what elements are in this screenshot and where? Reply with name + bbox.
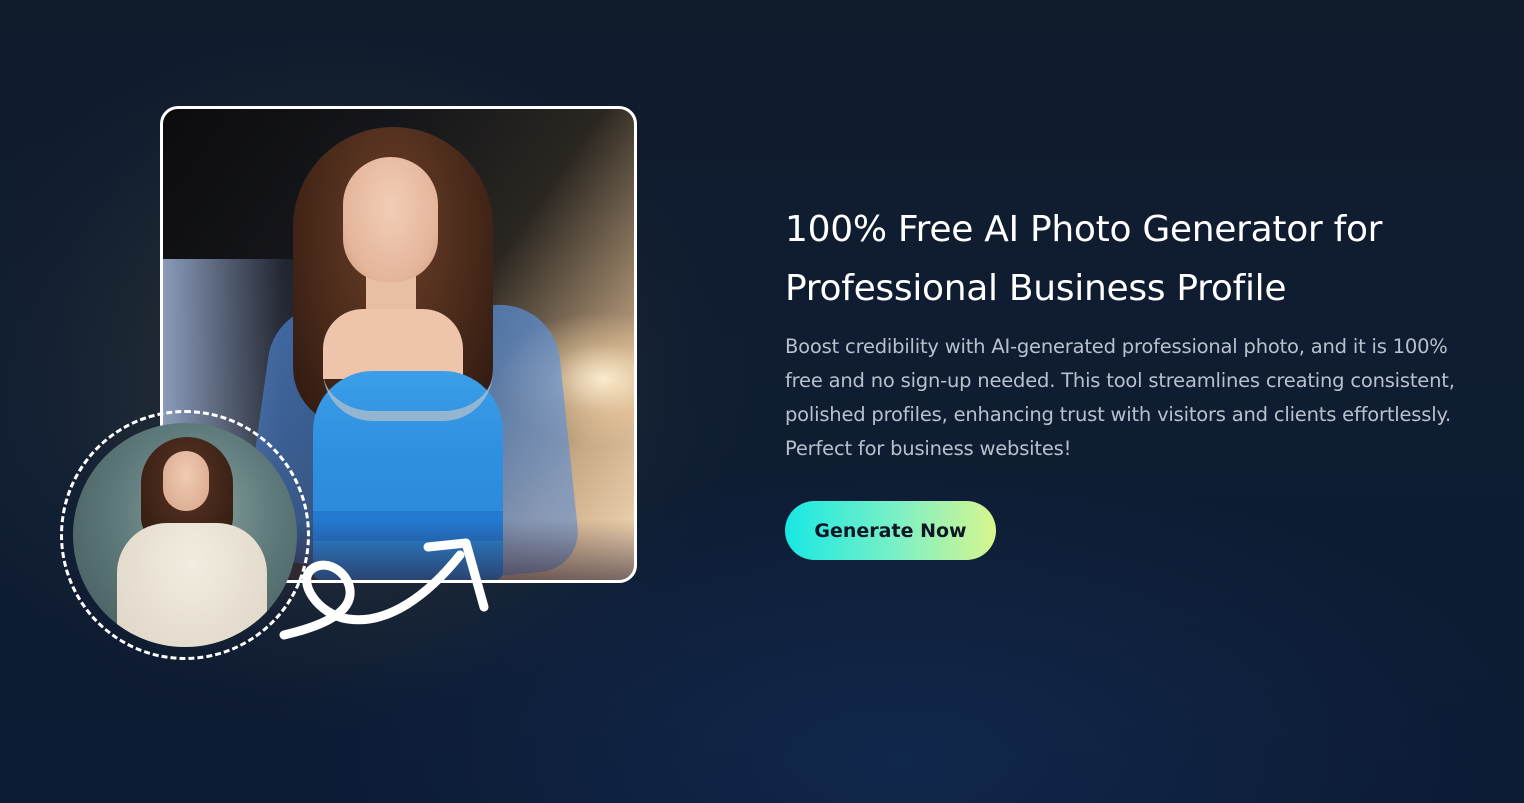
hero-title: 100% Free AI Photo Generator for Profess…: [785, 200, 1485, 318]
generate-now-button[interactable]: Generate Now: [785, 501, 996, 560]
hero-title-line2: Professional Business Profile: [785, 268, 1287, 309]
dashed-circle-frame: [60, 410, 310, 660]
portrait-chest: [323, 309, 463, 379]
hero-content: 100% Free AI Photo Generator for Profess…: [785, 200, 1485, 466]
hero-title-line1: 100% Free AI Photo Generator for: [785, 209, 1383, 250]
dress-sequin-trim: [323, 371, 493, 421]
hero-description: Boost credibility with AI-generated prof…: [785, 335, 1455, 460]
portrait-face: [343, 157, 438, 282]
swoosh-arrow-icon: [279, 538, 489, 640]
